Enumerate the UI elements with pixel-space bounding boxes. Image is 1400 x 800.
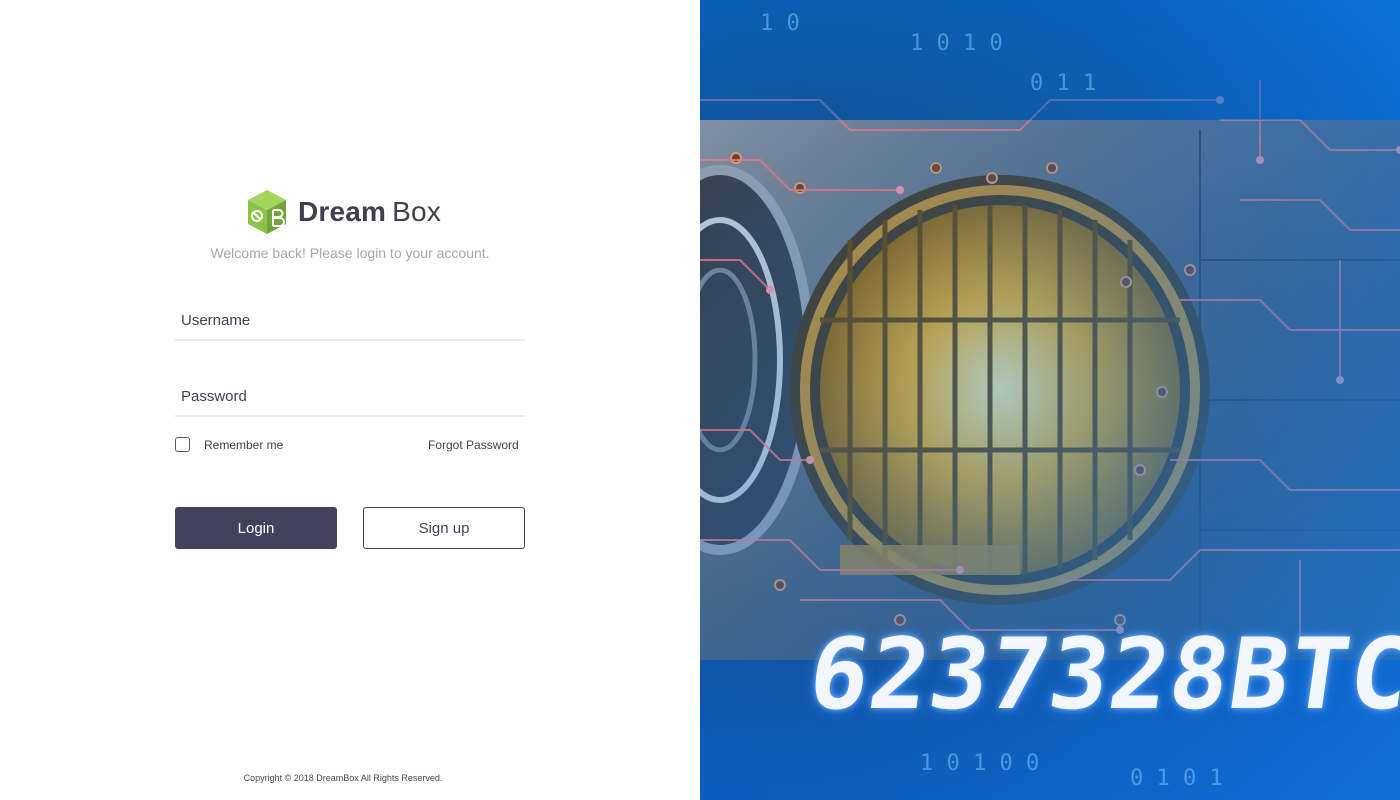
cube-logo-icon: [248, 190, 286, 234]
signup-button[interactable]: Sign up: [363, 507, 525, 549]
password-input[interactable]: [175, 377, 525, 415]
brand-name-bold: Dream: [298, 196, 387, 227]
login-panel: Dream Box Welcome back! Please login to y…: [0, 0, 700, 800]
brand-name: Dream Box: [298, 196, 441, 228]
svg-text:0 1 1: 0 1 1: [1030, 71, 1096, 96]
welcome-message: Welcome back! Please login to your accou…: [210, 245, 490, 261]
copyright: Copyright © 2018 DreamBox All Rights Res…: [243, 773, 443, 783]
login-page: Dream Box Welcome back! Please login to y…: [0, 0, 1400, 800]
forgot-password-link[interactable]: Forgot Password: [428, 438, 519, 452]
brand-name-light: Box: [392, 196, 442, 227]
svg-text:1 0 1 0: 1 0 1 0: [910, 31, 1003, 56]
remember-checkbox[interactable]: [175, 437, 190, 452]
username-input[interactable]: [175, 301, 525, 339]
remember-label: Remember me: [204, 437, 284, 452]
password-field: [175, 377, 525, 417]
login-button[interactable]: Login: [175, 507, 337, 549]
svg-text:1 0: 1 0: [760, 11, 800, 36]
svg-text:0 1 0 1: 0 1 0 1: [1130, 766, 1223, 791]
username-field: [175, 301, 525, 341]
brand: Dream Box: [246, 189, 441, 235]
svg-text:1 0 1 0 0: 1 0 1 0 0: [920, 751, 1039, 776]
hero-image: 1 0 1 0 0 1 1 1 0 1 0 1 0 0 0 1 0 1 6237…: [700, 0, 1400, 800]
btc-counter: 6237328BTC: [801, 618, 1400, 732]
remember-me[interactable]: Remember me: [175, 437, 283, 452]
